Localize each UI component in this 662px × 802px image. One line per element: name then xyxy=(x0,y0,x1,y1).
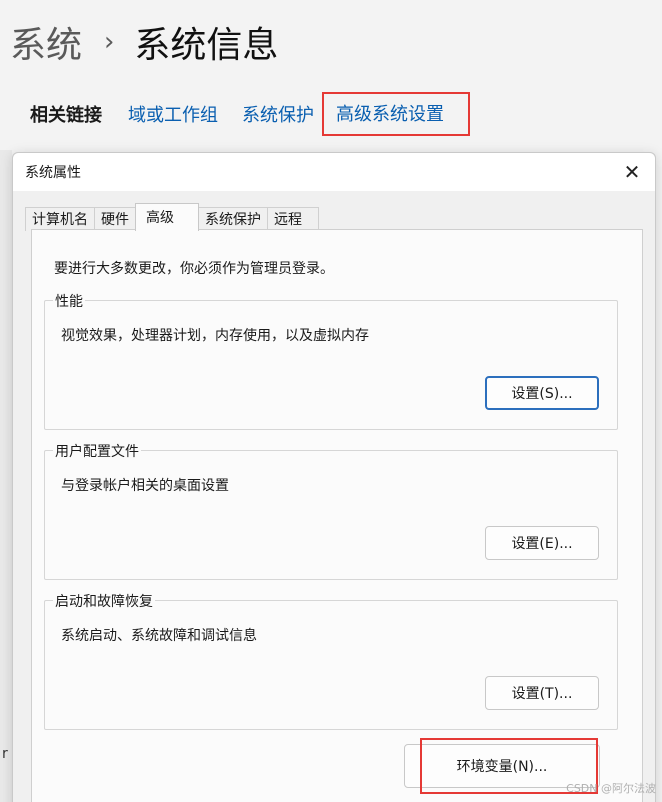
link-advanced-system-settings[interactable]: 高级系统设置 xyxy=(322,92,470,136)
breadcrumb: 系统 › 系统信息 xyxy=(10,12,278,72)
performance-group: 性能 视觉效果，处理器计划，内存使用，以及虚拟内存 设置(S)... xyxy=(44,291,618,430)
related-links-bar: 相关链接 域或工作组 系统保护 高级系统设置 xyxy=(30,92,470,136)
advanced-tab-panel: 要进行大多数更改，你必须作为管理员登录。 性能 视觉效果，处理器计划，内存使用，… xyxy=(31,229,643,802)
chevron-right-icon: › xyxy=(104,27,115,57)
page-title: 系统信息 xyxy=(134,25,279,66)
performance-settings-button[interactable]: 设置(S)... xyxy=(485,376,599,410)
background-text-fragment: r xyxy=(2,746,8,762)
link-domain-workgroup[interactable]: 域或工作组 xyxy=(128,101,218,127)
tab-system-protection[interactable]: 系统保护 xyxy=(198,207,268,231)
dialog-title: 系统属性 xyxy=(25,165,81,181)
breadcrumb-parent[interactable]: 系统 xyxy=(10,16,82,68)
user-profiles-settings-button[interactable]: 设置(E)... xyxy=(485,526,599,560)
background-page-edge: r xyxy=(0,150,12,802)
dialog-tabs: 计算机名 硬件 高级 系统保护 远程 xyxy=(25,203,319,231)
dialog-titlebar[interactable]: 系统属性 ✕ xyxy=(13,153,655,191)
related-links-title: 相关链接 xyxy=(30,105,102,126)
user-profiles-group: 用户配置文件 与登录帐户相关的桌面设置 设置(E)... xyxy=(44,441,618,580)
startup-recovery-description: 系统启动、系统故障和调试信息 xyxy=(61,628,257,644)
user-profiles-legend: 用户配置文件 xyxy=(53,441,141,461)
tab-remote[interactable]: 远程 xyxy=(267,207,319,231)
startup-recovery-legend: 启动和故障恢复 xyxy=(53,591,155,611)
admin-notice: 要进行大多数更改，你必须作为管理员登录。 xyxy=(54,261,334,277)
performance-description: 视觉效果，处理器计划，内存使用，以及虚拟内存 xyxy=(61,328,369,344)
link-system-protection[interactable]: 系统保护 xyxy=(242,101,314,127)
performance-legend: 性能 xyxy=(53,291,85,311)
user-profiles-description: 与登录帐户相关的桌面设置 xyxy=(61,478,229,494)
startup-recovery-group: 启动和故障恢复 系统启动、系统故障和调试信息 设置(T)... xyxy=(44,591,618,730)
system-properties-dialog: 系统属性 ✕ 计算机名 硬件 高级 系统保护 远程 要进行大多数更改，你必须作为… xyxy=(12,152,656,802)
startup-recovery-settings-button[interactable]: 设置(T)... xyxy=(485,676,599,710)
tab-computer-name[interactable]: 计算机名 xyxy=(25,207,95,231)
tab-hardware[interactable]: 硬件 xyxy=(94,207,136,231)
watermark: CSDN @阿尔法波 xyxy=(566,782,656,795)
close-icon[interactable]: ✕ xyxy=(609,153,655,191)
tab-advanced[interactable]: 高级 xyxy=(135,203,199,231)
